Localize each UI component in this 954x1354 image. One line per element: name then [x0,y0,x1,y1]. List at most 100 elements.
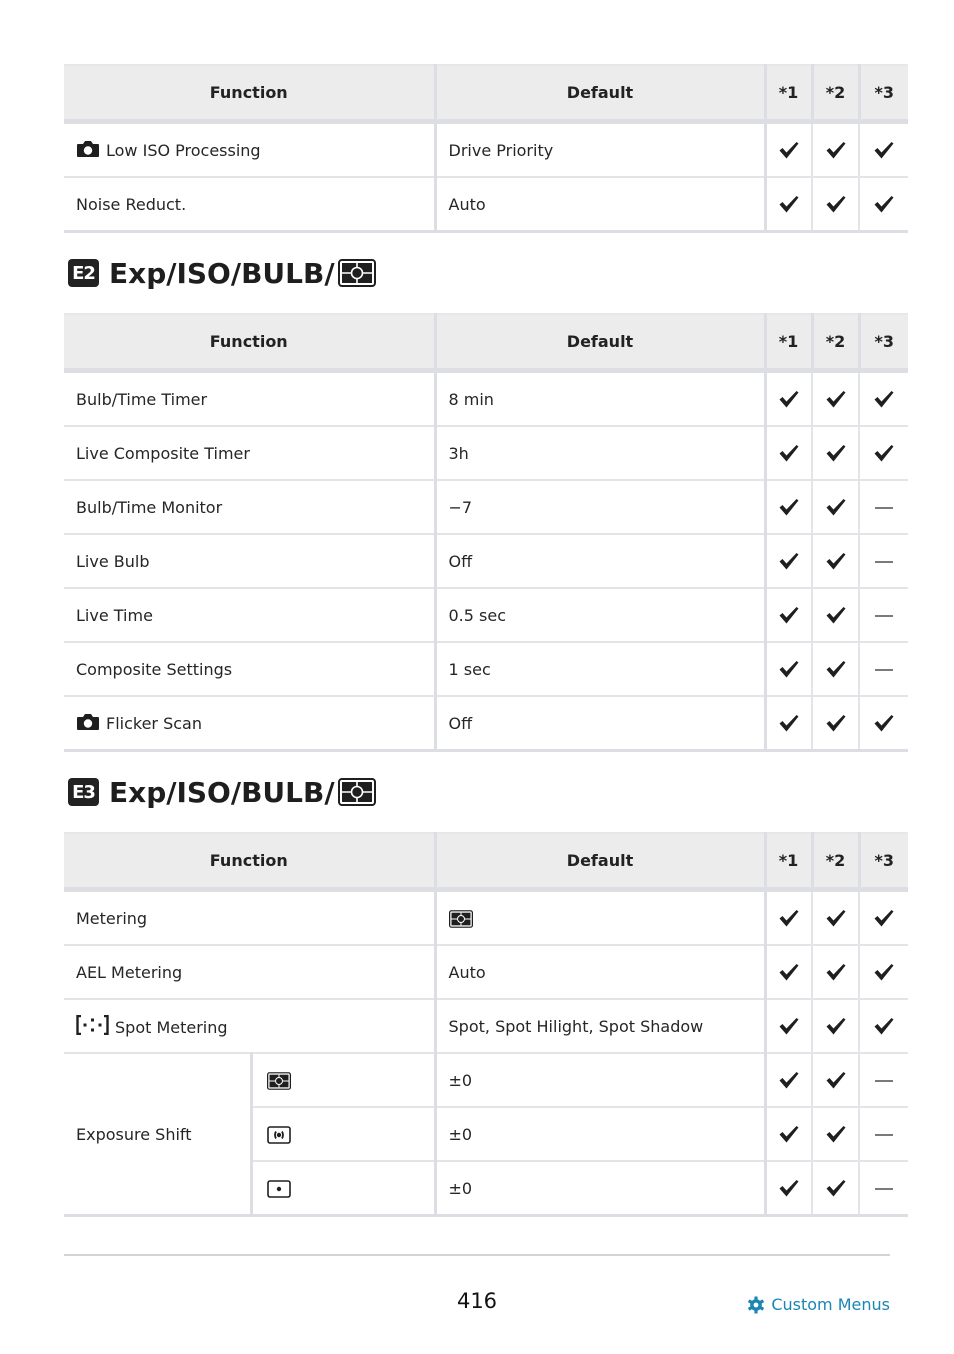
compat-cell-1 [763,642,812,697]
table-row: Live Composite Timer 3h [64,426,908,481]
section-heading-e2: E2 Exp/ISO/BULB/ [64,233,908,313]
default-cell: Off [433,696,765,752]
custom-menus-link[interactable]: Custom Menus [747,1295,890,1314]
section-title-text: Exp/ISO/BULB/ [109,256,335,290]
default-value: Auto [448,962,486,982]
ese-metering-icon [338,778,376,806]
function-cell: Spot Metering [64,999,436,1054]
default-cell: 3h [433,426,765,481]
checkmark-icon [825,713,847,733]
checkmark-icon [778,605,800,625]
header-default: Default [433,313,765,373]
ese-metering-icon [338,259,376,287]
compat-cell-3 [858,177,908,233]
default-cell: −7 [433,480,765,535]
checkmark-icon [873,1016,895,1036]
checkmark-icon [778,1070,800,1090]
compat-cell-2 [811,177,859,233]
checkmark-icon [873,962,895,982]
compat-cell-1 [763,426,812,481]
compat-cell-3 [858,588,908,643]
center-weighted-metering-icon [267,1126,291,1144]
checkmark-icon [825,605,847,625]
default-value: 1 sec [448,659,491,679]
compat-cell-2 [811,1107,860,1162]
spot-metering-icon [76,1015,109,1035]
compat-cell-1 [763,1161,813,1217]
header-col3: *3 [857,64,908,124]
checkmark-icon [873,908,895,928]
function-name: Live Composite Timer [76,443,250,463]
function-cell: Low ISO Processing [64,121,435,178]
function-name: Flicker Scan [106,714,202,733]
page-number: 416 [456,1289,498,1313]
manual-page: Function Default *1 *2 *3 Low ISO Proces… [64,64,909,1217]
checkmark-icon [873,389,895,409]
default-value: −7 [448,497,473,517]
compat-cell-2 [811,889,860,946]
compat-cell-3 [858,1161,909,1217]
default-value: 8 min [448,389,494,409]
checkmark-icon [825,389,847,409]
checkmark-icon [825,962,847,982]
checkmark-icon [873,194,895,214]
checkmark-icon [778,1016,800,1036]
checkmark-icon [778,140,800,160]
compat-cell-2 [811,696,859,752]
dash-icon [875,615,893,617]
checkmark-icon [873,443,895,463]
dash-icon [875,1080,894,1082]
checkmark-icon [778,659,800,679]
camera-icon [76,713,100,731]
checkmark-icon [825,497,847,517]
compat-cell-2 [811,370,859,427]
footer-divider [64,1254,890,1256]
compat-cell-2 [811,642,859,697]
compat-cell-2 [811,1161,860,1217]
table-header-row: Function Default *1 *2 *3 [64,832,909,892]
header-function: Function [64,313,435,373]
table-header-row: Function Default *1 *2 *3 [64,313,908,373]
header-default: Default [433,64,765,124]
function-name: Exposure Shift [76,1124,192,1144]
compat-cell-2 [811,588,859,643]
table-row: Flicker Scan Off [64,696,908,752]
function-name: Live Bulb [76,551,150,571]
header-col3: *3 [857,313,908,373]
compat-cell-3 [858,945,909,1000]
default-cell: ±0 [433,1107,766,1162]
table-row: Bulb/Time Monitor −7 [64,480,908,535]
dash-icon [875,561,893,563]
default-cell: Drive Priority [433,121,765,178]
function-cell: Noise Reduct. [64,177,435,233]
table-row: Low ISO Processing Drive Priority [64,121,908,178]
function-cell: Composite Settings [64,642,435,697]
table-row: Bulb/Time Timer 8 min [64,370,908,427]
compat-cell-2 [811,1053,860,1108]
checkmark-icon [825,1124,847,1144]
compat-cell-1 [763,889,813,946]
compat-cell-2 [811,121,859,178]
function-name: Spot Metering [115,1018,228,1037]
compat-cell-1 [763,1107,813,1162]
dash-icon [875,1188,894,1190]
compat-cell-3 [858,1053,909,1108]
table-row: Noise Reduct. Auto [64,177,908,233]
checkmark-icon [825,140,847,160]
default-value: 3h [448,443,469,463]
default-value: Drive Priority [448,140,554,160]
compat-cell-2 [811,945,860,1000]
function-name: Metering [76,908,148,928]
checkmark-icon [825,1070,847,1090]
function-cell: Live Bulb [64,534,435,589]
checkmark-icon [778,908,800,928]
default-cell: Auto [433,945,766,1000]
checkmark-icon [873,713,895,733]
e2-badge: E2 [68,259,99,287]
settings-table-e3: Function Default *1 *2 *3 Metering AEL Me… [64,832,909,1217]
checkmark-icon [825,551,847,571]
dash-icon [875,507,893,509]
header-col1: *1 [763,832,813,892]
compat-cell-3 [858,480,908,535]
checkmark-icon [825,1016,847,1036]
